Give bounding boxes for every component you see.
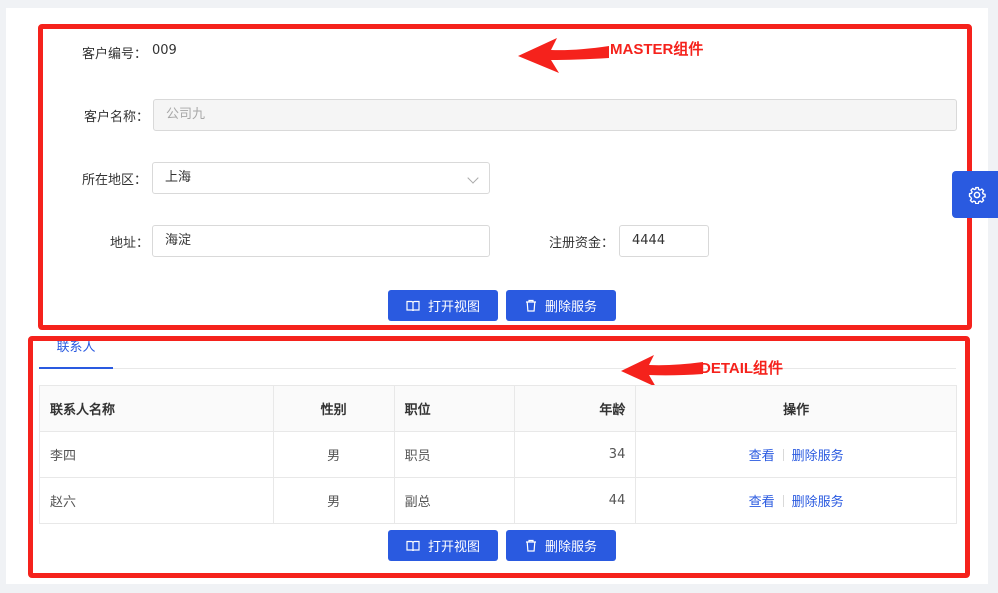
gear-icon (968, 186, 986, 204)
master-annotation-label: MASTER组件 (610, 41, 704, 58)
settings-button[interactable] (952, 171, 998, 218)
master-annotation-box (38, 24, 972, 330)
master-arrow (518, 38, 609, 73)
detail-annotation-box (28, 336, 970, 578)
